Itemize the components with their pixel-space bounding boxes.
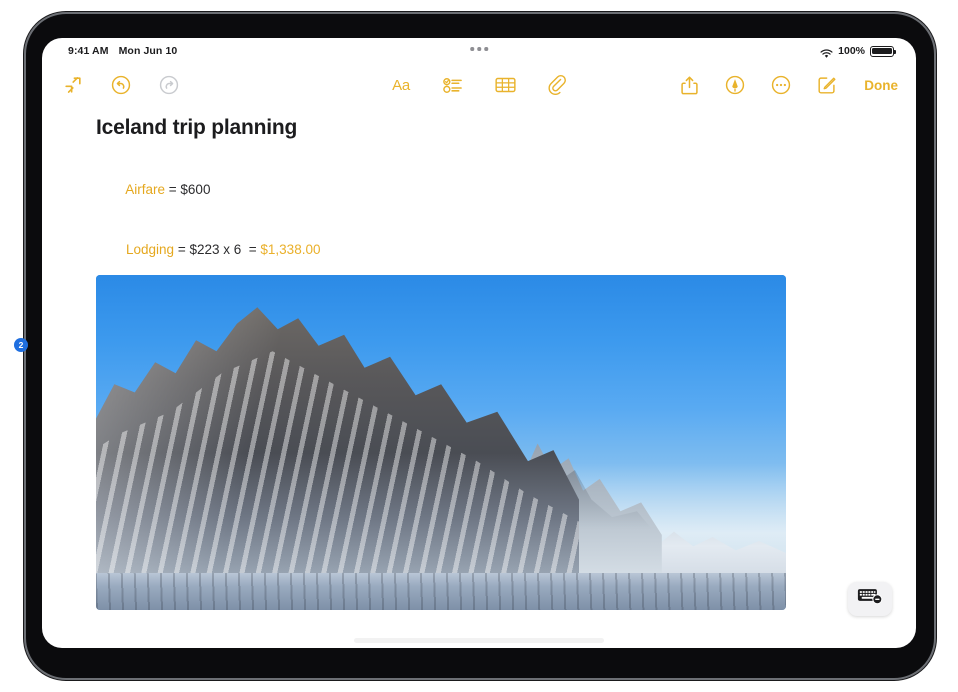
calc-result: $1,338.00: [260, 242, 321, 257]
calc-variable: Lodging: [126, 242, 175, 257]
calc-expression: = $223 x 6 =: [174, 242, 261, 257]
toolbar-right-group: Done: [676, 64, 898, 106]
markup-icon[interactable]: [722, 72, 748, 98]
battery-percent: 100%: [838, 45, 865, 57]
hide-keyboard-button[interactable]: [848, 582, 892, 616]
status-bar: 9:41 AM Mon Jun 10 100%: [42, 38, 916, 64]
calc-line: Airfare = $600: [96, 160, 916, 220]
home-indicator[interactable]: [354, 638, 604, 643]
redo-icon[interactable]: [156, 72, 182, 98]
photo-foreground: [96, 573, 786, 610]
ipad-screen: 9:41 AM Mon Jun 10 100% Aa Done Iceland …: [42, 38, 916, 648]
status-time: 9:41 AM: [68, 45, 109, 57]
toolbar-left-group: [60, 64, 182, 106]
attachment-icon[interactable]: [544, 72, 570, 98]
table-icon[interactable]: [492, 72, 518, 98]
note-title: Iceland trip planning: [96, 116, 298, 139]
format-text-label: Aa: [392, 76, 410, 94]
status-bar-left: 9:41 AM Mon Jun 10: [68, 45, 177, 57]
hide-keyboard-icon: [857, 587, 883, 611]
note-toolbar: Aa Done: [42, 64, 916, 106]
collapse-icon[interactable]: [60, 72, 86, 98]
battery-icon: [870, 45, 896, 57]
checklist-icon[interactable]: [440, 72, 466, 98]
compose-icon[interactable]: [814, 72, 840, 98]
status-bar-right: 100%: [820, 45, 896, 58]
calc-variable: Airfare: [125, 182, 166, 197]
status-date: Mon Jun 10: [118, 45, 178, 57]
done-button[interactable]: Done: [864, 78, 898, 93]
calc-expression: = $600: [165, 182, 211, 197]
undo-icon[interactable]: [108, 72, 134, 98]
callout-marker: 2: [14, 338, 28, 352]
stage-manager-handle[interactable]: [470, 47, 488, 51]
share-icon[interactable]: [676, 72, 702, 98]
more-icon[interactable]: [768, 72, 794, 98]
note-photo-attachment[interactable]: [96, 275, 786, 610]
wifi-icon: [820, 46, 833, 58]
toolbar-center-group: Aa: [388, 64, 570, 106]
format-text-icon[interactable]: Aa: [388, 72, 414, 98]
calc-line: Lodging = $223 x 6 = $1,338.00: [96, 220, 916, 280]
